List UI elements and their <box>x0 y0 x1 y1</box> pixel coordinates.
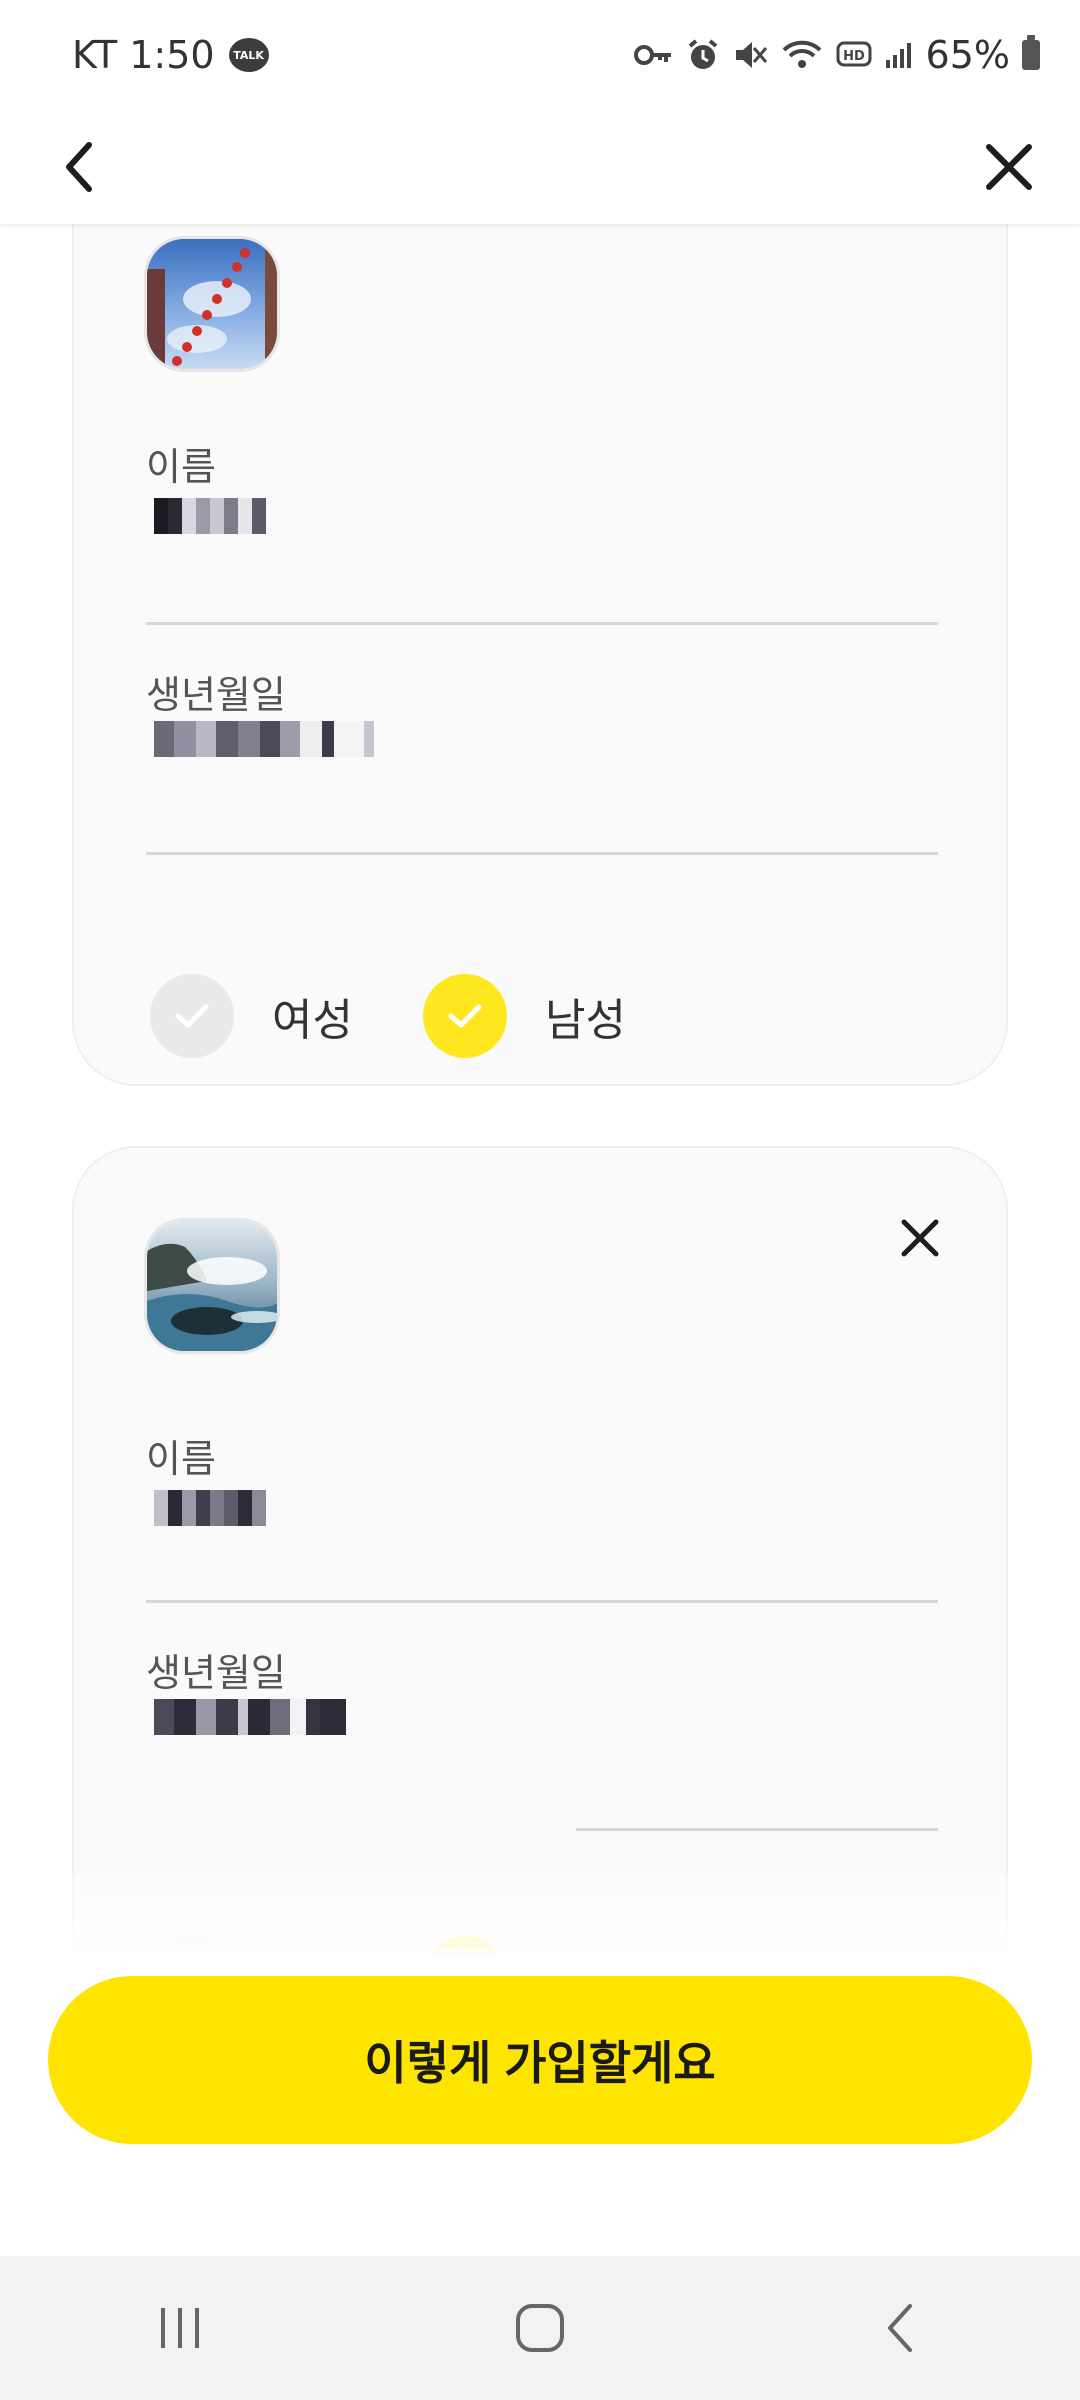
redacted-birth <box>154 1699 346 1735</box>
key-icon <box>633 41 674 69</box>
close-button[interactable] <box>974 132 1044 202</box>
gender-label-female: 여성 <box>272 995 353 1046</box>
name-value-redacted[interactable] <box>154 491 266 541</box>
recent-apps-icon <box>161 2308 199 2348</box>
gender-option-male[interactable]: 남성 <box>422 974 626 1058</box>
status-left: KT 1:50 TALK <box>72 33 269 77</box>
remove-profile-button[interactable] <box>890 1208 950 1268</box>
wifi-icon <box>780 38 824 72</box>
kakaotalk-notification-icon: TALK <box>228 38 269 72</box>
hd-icon: HD <box>836 40 872 70</box>
svg-text:HD: HD <box>843 49 865 64</box>
chevron-left-icon <box>888 2304 912 2352</box>
redacted-name <box>154 1490 266 1526</box>
carrier-time: KT 1:50 <box>72 33 215 77</box>
redacted-name <box>154 498 266 534</box>
scroll-fade-overlay <box>0 1874 1080 1954</box>
battery-percent: 65% <box>925 33 1010 77</box>
name-label: 이름 <box>146 1437 216 1481</box>
system-back-button[interactable] <box>840 2278 960 2378</box>
signup-confirm-button[interactable]: 이렇게 가입할게요 <box>48 1976 1032 2144</box>
home-button[interactable] <box>480 2278 600 2378</box>
system-nav-bar <box>0 2256 1080 2400</box>
app-header <box>0 110 1080 224</box>
battery-icon <box>1022 35 1040 70</box>
check-icon <box>150 974 234 1058</box>
name-underline <box>146 622 938 625</box>
gender-option-female[interactable]: 여성 <box>150 974 353 1058</box>
birth-label: 생년월일 <box>146 1651 286 1695</box>
status-right: HD 65% <box>633 33 1040 77</box>
check-icon <box>422 974 507 1058</box>
back-button[interactable] <box>44 132 114 202</box>
name-value-redacted[interactable] <box>154 1483 266 1533</box>
redacted-birth <box>154 721 374 757</box>
profile-avatar[interactable] <box>144 236 280 372</box>
close-icon <box>901 1219 939 1257</box>
chevron-left-icon <box>66 142 92 192</box>
birth-value-redacted[interactable] <box>154 714 374 764</box>
signal-icon <box>884 40 914 70</box>
recent-apps-button[interactable] <box>120 2278 240 2378</box>
gender-selector: 여성 남성 <box>150 974 696 1058</box>
birth-underline <box>576 1828 938 1831</box>
birth-underline <box>146 852 938 855</box>
mute-icon <box>732 38 768 72</box>
alarm-icon <box>686 38 720 72</box>
home-icon <box>516 2304 564 2352</box>
close-icon <box>986 144 1032 190</box>
profile-avatar[interactable] <box>144 1218 280 1354</box>
birth-value-redacted[interactable] <box>154 1692 346 1742</box>
birth-label: 생년월일 <box>146 673 286 717</box>
gender-label-male: 남성 <box>544 995 626 1046</box>
profile-card: 이름 생년월일 여성 남성 <box>72 224 1008 1086</box>
profile-card: 이름 생년월일 여성 남성 <box>72 1146 1008 1954</box>
name-label: 이름 <box>146 445 216 489</box>
name-underline <box>146 1600 938 1603</box>
status-bar: KT 1:50 TALK HD 65% <box>0 0 1080 110</box>
profile-list[interactable]: 이름 생년월일 여성 남성 이름 생년월일 <box>0 224 1080 1954</box>
